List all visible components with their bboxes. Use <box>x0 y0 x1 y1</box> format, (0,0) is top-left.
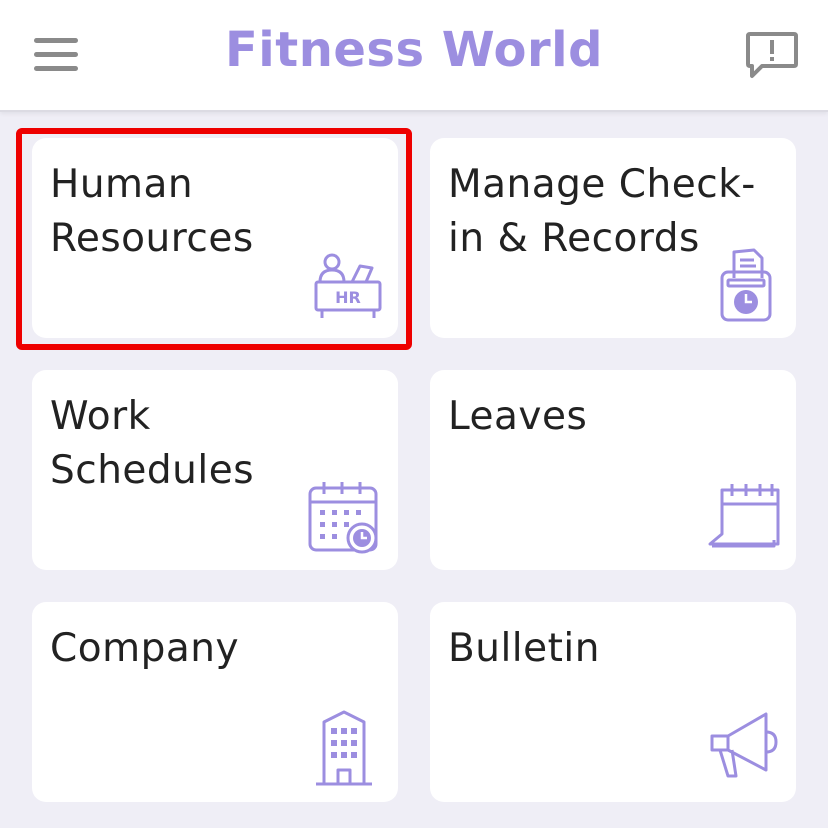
card-label: Bulletin <box>448 626 600 671</box>
card-manage-check-in[interactable]: Manage Check-in & Records <box>430 138 796 338</box>
calendar-icon <box>708 484 780 548</box>
app-title: Fitness World <box>225 22 603 78</box>
card-bulletin[interactable]: Bulletin <box>430 602 796 802</box>
card-work-schedules[interactable]: Work Schedules <box>32 370 398 570</box>
card-leaves[interactable]: Leaves <box>430 370 796 570</box>
card-label: Company <box>50 626 240 671</box>
megaphone-icon <box>710 712 778 778</box>
feedback-button[interactable] <box>744 30 800 82</box>
calendar-clock-icon <box>308 482 378 554</box>
card-company[interactable]: Company <box>32 602 398 802</box>
card-human-resources[interactable]: Human Resources HR <box>32 138 398 338</box>
app-header: Fitness World <box>0 0 828 112</box>
time-clock-icon <box>720 248 772 322</box>
feedback-icon <box>746 32 798 78</box>
building-icon <box>316 710 372 786</box>
hr-desk-icon: HR <box>314 253 382 318</box>
svg-text:HR: HR <box>335 288 361 307</box>
card-label: Leaves <box>448 394 588 439</box>
